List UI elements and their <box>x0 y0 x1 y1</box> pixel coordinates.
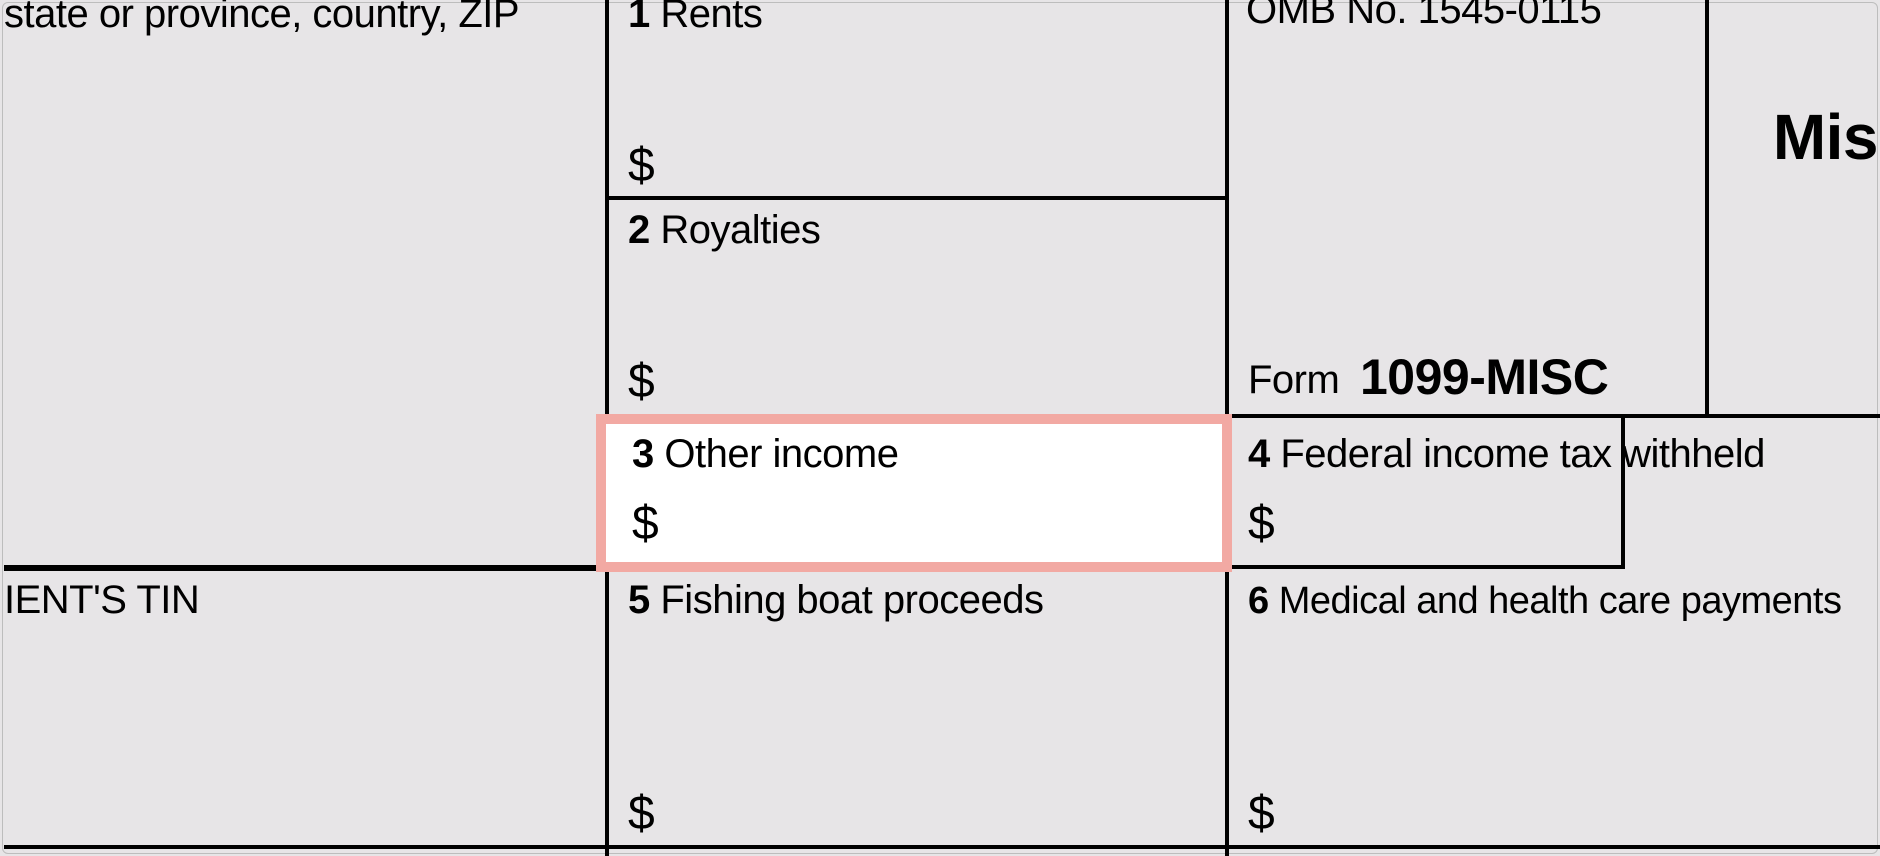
box-number: 2 <box>628 208 650 252</box>
box-number: 5 <box>628 578 650 622</box>
box-3-label: 3 Other income <box>632 432 898 477</box>
form-1099-misc-fragment: state or province, country, ZIP IENT'S T… <box>0 0 1880 856</box>
form-title-fragment: Mis <box>1773 100 1878 174</box>
box-label-text: Federal income tax withheld <box>1280 432 1765 476</box>
box-6-label: 6 Medical and health care payments <box>1248 580 1841 623</box>
box-2-label: 2 Royalties <box>628 208 820 253</box>
omb-number-fragment: OMB No. 1545-0115 <box>1246 0 1601 33</box>
dollar-sign: $ <box>1248 786 1274 841</box>
form-number: 1099-MISC <box>1360 348 1608 406</box>
recipient-tin-label-fragment: IENT'S TIN <box>4 578 199 623</box>
box-label-text: Royalties <box>660 208 820 252</box>
payer-address-fragment: state or province, country, ZIP <box>4 0 519 37</box>
dollar-sign: $ <box>632 496 658 551</box>
box-5-label: 5 Fishing boat proceeds <box>628 578 1043 623</box>
grid-line <box>1225 0 1229 414</box>
box-label-text: Other income <box>664 432 898 476</box>
box-number: 6 <box>1248 580 1269 622</box>
dollar-sign: $ <box>628 354 654 409</box>
box-number: 3 <box>632 432 654 476</box>
box-1-label: 1 Rents <box>628 0 762 37</box>
form-word: Form <box>1248 358 1339 403</box>
grid-line <box>605 196 1229 200</box>
box-label-text: Fishing boat proceeds <box>660 578 1043 622</box>
box-number: 4 <box>1248 432 1270 476</box>
dollar-sign: $ <box>1248 496 1274 551</box>
box-number: 1 <box>628 0 650 36</box>
grid-line <box>605 196 609 414</box>
grid-line <box>4 845 1880 849</box>
box-4-label: 4 Federal income tax withheld <box>1248 432 1765 477</box>
grid-line <box>1705 0 1709 414</box>
dollar-sign: $ <box>628 138 654 193</box>
box-label-text: Rents <box>660 0 762 36</box>
dollar-sign: $ <box>628 786 654 841</box>
box-label-text: Medical and health care payments <box>1279 580 1842 622</box>
grid-line <box>4 565 609 571</box>
grid-line <box>605 0 609 196</box>
